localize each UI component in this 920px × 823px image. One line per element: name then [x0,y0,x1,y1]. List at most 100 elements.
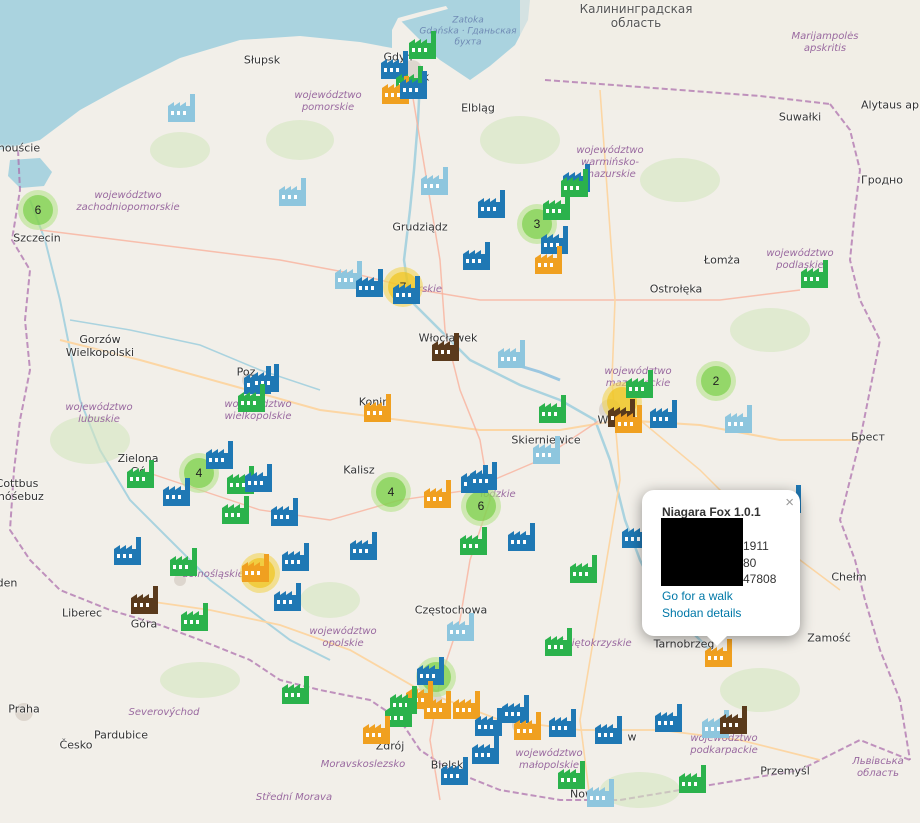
device-popup: × Niagara Fox 1.0.1 1911 80 47808 Go for… [642,490,800,646]
marker-cluster[interactable]: 4 [371,472,411,512]
city-label: Zamość [807,631,851,645]
factory-marker-icon[interactable] [496,340,528,368]
factory-marker-icon[interactable] [220,496,252,524]
popup-close-button[interactable]: × [785,494,794,511]
region-label: Moravskoslezsko [320,759,406,770]
factory-marker-icon[interactable] [653,704,685,732]
factory-marker-icon[interactable] [280,543,312,571]
city-label: Przemyśl [760,764,810,778]
factory-marker-icon[interactable] [354,269,386,297]
cluster-count: 4 [376,477,406,507]
factory-marker-icon[interactable] [161,478,193,506]
factory-marker-icon[interactable] [430,333,462,361]
city-label: nouście [0,141,41,155]
city-label: w [627,730,637,744]
factory-marker-icon[interactable] [439,757,471,785]
city-label: Ostrołęka [649,282,703,296]
factory-marker-icon[interactable] [422,480,454,508]
city-label: Брест [851,430,885,444]
factory-marker-icon[interactable] [391,276,423,304]
factory-marker-icon[interactable] [277,178,309,206]
factory-marker-icon[interactable] [799,260,831,288]
factory-marker-icon[interactable] [422,691,454,719]
factory-marker-icon[interactable] [125,460,157,488]
factory-marker-icon[interactable] [280,676,312,704]
factory-marker-icon[interactable] [470,736,502,764]
city-label: Česko [59,738,93,752]
factory-marker-icon[interactable] [166,94,198,122]
factory-marker-icon[interactable] [533,246,565,274]
region-label: Severovýchod [128,707,200,718]
factory-marker-icon[interactable] [648,400,680,428]
factory-marker-icon[interactable] [476,190,508,218]
factory-marker-icon[interactable] [272,583,304,611]
city-label: Słupsk [243,53,281,67]
city-label: Kalisz [343,463,375,477]
city-label: Cottbus Chóśebuz [0,477,44,503]
shodan-details-link[interactable]: Shodan details [662,606,741,620]
factory-marker-icon[interactable] [236,384,268,412]
popup-line-2: 80 [743,556,757,570]
factory-marker-icon[interactable] [348,532,380,560]
factory-marker-icon[interactable] [445,613,477,641]
factory-marker-icon[interactable] [585,779,617,807]
city-label: Alytaus ap [860,98,920,112]
city-label: den [0,576,18,590]
region-label: województwo pomorskie [294,90,362,113]
popup-tip [707,636,727,646]
factory-marker-icon[interactable] [547,709,579,737]
factory-marker-icon[interactable] [362,394,394,422]
factory-marker-icon[interactable] [269,498,301,526]
factory-marker-icon[interactable] [613,405,645,433]
factory-marker-icon[interactable] [461,242,493,270]
city-label: Praha [8,702,40,716]
factory-marker-icon[interactable] [204,441,236,469]
city-label: Chełm [831,570,867,584]
factory-marker-icon[interactable] [112,537,144,565]
cluster-count: 6 [23,195,53,225]
popup-line-3: 47808 [743,572,777,586]
city-label: Suwałki [778,110,822,124]
factory-marker-icon[interactable] [240,554,272,582]
city-label: Gorzów Wielkopolski [65,333,135,359]
factory-marker-icon[interactable] [541,192,573,220]
factory-marker-icon[interactable] [677,765,709,793]
city-label: Góra [130,617,158,631]
factory-marker-icon[interactable] [179,603,211,631]
factory-marker-icon[interactable] [419,167,451,195]
factory-marker-icon[interactable] [568,555,600,583]
factory-marker-icon[interactable] [243,464,275,492]
factory-marker-icon[interactable] [543,628,575,656]
factory-marker-icon[interactable] [361,716,393,744]
factory-marker-icon[interactable] [593,716,625,744]
redaction-box [661,518,743,586]
factory-marker-icon[interactable] [168,548,200,576]
city-label: Liberec [61,606,103,620]
factory-marker-icon[interactable] [537,395,569,423]
region-label: województwo opolskie [309,626,377,649]
factory-marker-icon[interactable] [512,712,544,740]
factory-marker-icon[interactable] [723,405,755,433]
city-label: Szczecin [13,231,61,245]
factory-marker-icon[interactable] [506,523,538,551]
region-label: województwo lubuskie [65,402,133,425]
factory-marker-icon[interactable] [407,31,439,59]
city-label: Łomża [703,253,741,267]
factory-marker-icon[interactable] [458,527,490,555]
country-label: Калининградская область [579,2,693,30]
go-for-walk-link[interactable]: Go for a walk [662,589,733,603]
factory-marker-icon[interactable] [624,370,656,398]
region-label: Střední Morava [255,792,333,803]
factory-marker-icon[interactable] [468,462,500,490]
factory-marker-icon[interactable] [556,761,588,789]
city-label: Гродно [861,173,903,187]
factory-marker-icon[interactable] [129,586,161,614]
factory-marker-icon[interactable] [531,436,563,464]
map-container[interactable]: SłupskGdynkElblągSuwałkiГродноSzczecinGr… [0,0,920,823]
city-label: Grudziądz [392,220,448,234]
factory-marker-icon[interactable] [398,71,430,99]
marker-cluster[interactable]: 2 [696,361,736,401]
city-label: Pardubice [93,728,149,742]
marker-cluster[interactable]: 6 [18,190,58,230]
factory-marker-icon[interactable] [718,706,750,734]
